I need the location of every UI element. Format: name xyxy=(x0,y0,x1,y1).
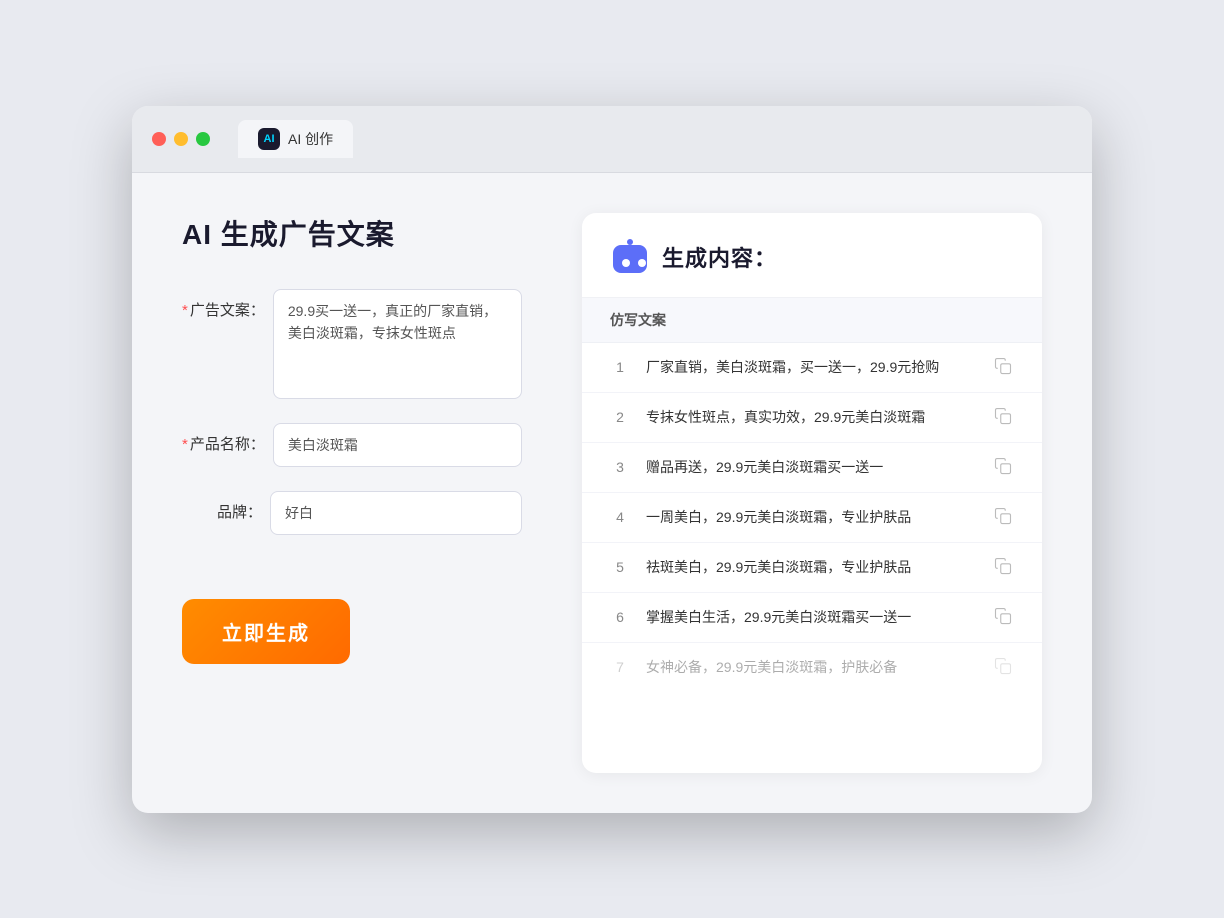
row-text-2: 专抹女性斑点，真实功效，29.9元美白淡斑霜 xyxy=(646,407,978,428)
title-bar: AI AI 创作 xyxy=(132,106,1092,173)
copy-icon-4[interactable] xyxy=(994,507,1014,527)
content-area: AI 生成广告文案 *广告文案： 29.9买一送一，真正的厂家直销，美白淡斑霜，… xyxy=(132,173,1092,813)
copy-icon-1[interactable] xyxy=(994,357,1014,377)
robot-head xyxy=(613,245,647,273)
ai-tab-icon: AI xyxy=(258,128,280,150)
robot-icon xyxy=(610,237,650,277)
result-row-7: 7 女神必备，29.9元美白淡斑霜，护肤必备 xyxy=(582,643,1042,692)
row-text-4: 一周美白，29.9元美白淡斑霜，专业护肤品 xyxy=(646,507,978,528)
result-title: 生成内容： xyxy=(662,241,777,273)
traffic-lights xyxy=(152,132,210,146)
close-button[interactable] xyxy=(152,132,166,146)
robot-eyes xyxy=(622,259,646,267)
left-panel: AI 生成广告文案 *广告文案： 29.9买一送一，真正的厂家直销，美白淡斑霜，… xyxy=(182,213,522,773)
brand-label: 品牌： xyxy=(182,491,262,522)
copy-icon-7[interactable] xyxy=(994,657,1014,677)
robot-eye-left xyxy=(622,259,630,267)
maximize-button[interactable] xyxy=(196,132,210,146)
result-row-1: 1 厂家直销，美白淡斑霜，买一送一，29.9元抢购 xyxy=(582,343,1042,393)
page-title: AI 生成广告文案 xyxy=(182,213,522,253)
row-text-3: 赠品再送，29.9元美白淡斑霜买一送一 xyxy=(646,457,978,478)
robot-antenna xyxy=(627,239,633,245)
row-num-4: 4 xyxy=(610,509,630,525)
ad-copy-group: *广告文案： 29.9买一送一，真正的厂家直销，美白淡斑霜，专抹女性斑点 xyxy=(182,289,522,399)
product-name-label: *产品名称： xyxy=(182,423,265,454)
required-star-1: * xyxy=(182,302,188,319)
result-row-6: 6 掌握美白生活，29.9元美白淡斑霜买一送一 xyxy=(582,593,1042,643)
robot-eye-right xyxy=(638,259,646,267)
row-text-6: 掌握美白生活，29.9元美白淡斑霜买一送一 xyxy=(646,607,978,628)
result-row-2: 2 专抹女性斑点，真实功效，29.9元美白淡斑霜 xyxy=(582,393,1042,443)
ad-copy-label: *广告文案： xyxy=(182,289,265,320)
copy-icon-3[interactable] xyxy=(994,457,1014,477)
required-star-2: * xyxy=(182,436,188,453)
result-row-4: 4 一周美白，29.9元美白淡斑霜，专业护肤品 xyxy=(582,493,1042,543)
product-name-field[interactable] xyxy=(273,423,522,467)
result-row-3: 3 赠品再送，29.9元美白淡斑霜买一送一 xyxy=(582,443,1042,493)
minimize-button[interactable] xyxy=(174,132,188,146)
row-num-3: 3 xyxy=(610,459,630,475)
row-num-1: 1 xyxy=(610,359,630,375)
browser-window: AI AI 创作 AI 生成广告文案 *广告文案： 29.9买一送一，真正的厂家… xyxy=(132,106,1092,813)
product-name-group: *产品名称： xyxy=(182,423,522,467)
row-text-5: 祛斑美白，29.9元美白淡斑霜，专业护肤品 xyxy=(646,557,978,578)
result-table: 仿写文案 1 厂家直销，美白淡斑霜，买一送一，29.9元抢购 2 专抹 xyxy=(582,298,1042,692)
ai-tab[interactable]: AI AI 创作 xyxy=(238,120,353,158)
row-num-6: 6 xyxy=(610,609,630,625)
row-num-5: 5 xyxy=(610,559,630,575)
row-num-7: 7 xyxy=(610,659,630,675)
generate-button[interactable]: 立即生成 xyxy=(182,599,350,664)
row-text-1: 厂家直销，美白淡斑霜，买一送一，29.9元抢购 xyxy=(646,357,978,378)
table-header: 仿写文案 xyxy=(582,298,1042,343)
row-num-2: 2 xyxy=(610,409,630,425)
tab-label: AI 创作 xyxy=(288,129,333,149)
row-text-7: 女神必备，29.9元美白淡斑霜，护肤必备 xyxy=(646,657,978,678)
result-row-5: 5 祛斑美白，29.9元美白淡斑霜，专业护肤品 xyxy=(582,543,1042,593)
brand-group: 品牌： xyxy=(182,491,522,535)
copy-icon-6[interactable] xyxy=(994,607,1014,627)
result-header: 生成内容： xyxy=(582,213,1042,298)
copy-icon-2[interactable] xyxy=(994,407,1014,427)
copy-icon-5[interactable] xyxy=(994,557,1014,577)
brand-field[interactable] xyxy=(270,491,522,535)
right-panel: 生成内容： 仿写文案 1 厂家直销，美白淡斑霜，买一送一，29.9元抢购 xyxy=(582,213,1042,773)
ad-copy-field[interactable]: 29.9买一送一，真正的厂家直销，美白淡斑霜，专抹女性斑点 xyxy=(273,289,522,399)
